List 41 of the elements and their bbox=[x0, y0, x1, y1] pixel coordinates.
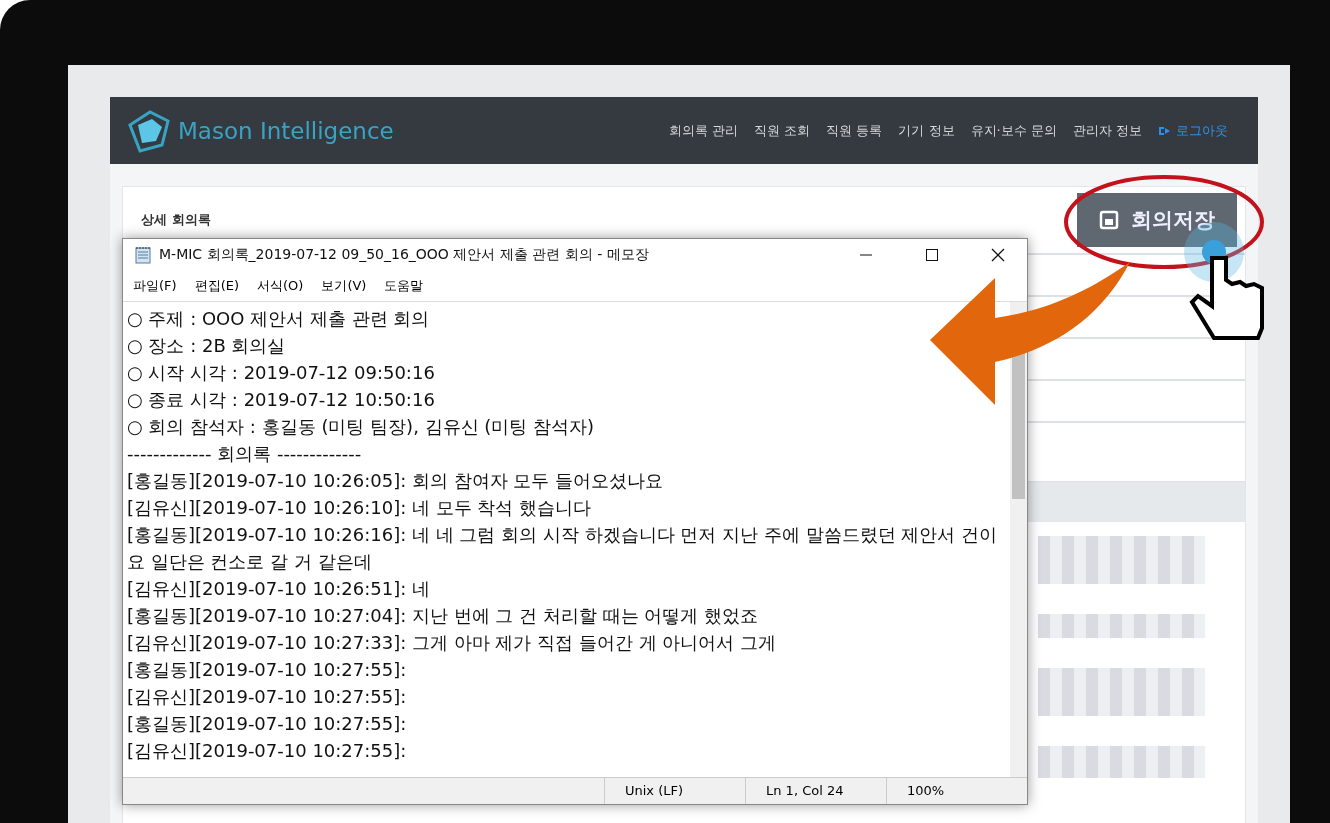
logout-icon bbox=[1158, 124, 1172, 137]
close-icon bbox=[991, 248, 1005, 262]
scrollbar[interactable] bbox=[1010, 302, 1027, 777]
page-title: 상세 회의록 bbox=[141, 211, 211, 229]
nav-link[interactable]: 기기 정보 bbox=[898, 121, 955, 140]
notepad-icon bbox=[135, 246, 151, 264]
maximize-icon bbox=[926, 249, 938, 261]
text-line: [홍길동][2019-07-10 10:27:55]: bbox=[127, 658, 408, 682]
text-line: ○ 시작 시각 : 2019-07-12 09:50:16 bbox=[127, 361, 436, 385]
menu-item[interactable]: 도움말 bbox=[384, 277, 424, 295]
text-line: [홍길동][2019-07-10 10:26:16]: 네 네 그럼 회의 시작 하겠습니다 먼저 지난 주에 말씀드렸던 제안서 건이요 일단은 컨소로 갈 거 같은데 bbox=[127, 523, 998, 574]
cube-logo-icon bbox=[126, 108, 172, 153]
text-line: [김유신][2019-07-10 10:26:10]: 네 모두 착석 했습니다 bbox=[127, 496, 593, 520]
text-line: [홍길동][2019-07-10 10:27:55]: bbox=[127, 712, 408, 736]
text-line: ○ 주제 : OOO 제안서 제출 관련 회의 bbox=[127, 307, 431, 331]
save-meeting-button[interactable]: 회의저장 bbox=[1077, 193, 1237, 247]
text-line: ○ 종료 시각 : 2019-07-12 10:50:16 bbox=[127, 388, 436, 412]
status-field: Unix (LF) bbox=[604, 778, 745, 804]
status-field: Ln 1, Col 24 bbox=[745, 778, 886, 804]
menu-item[interactable]: 서식(O) bbox=[257, 277, 304, 295]
nav-link[interactable]: 회의록 관리 bbox=[669, 121, 739, 140]
text-line: [김유신][2019-07-10 10:26:51]: 네 bbox=[127, 577, 432, 601]
menu-item[interactable]: 편집(E) bbox=[194, 277, 239, 295]
nav-link[interactable]: 직원 조회 bbox=[754, 121, 811, 140]
nav-link[interactable]: 직원 등록 bbox=[826, 121, 883, 140]
text-line: ○ 장소 : 2B 회의실 bbox=[127, 334, 287, 358]
nav-link[interactable]: 관리자 정보 bbox=[1072, 121, 1142, 140]
window-title: M-MIC 회의록_2019-07-12 09_50_16_OOO 제안서 제출 관련 회의 - 메모장 bbox=[159, 246, 650, 264]
menu-item[interactable]: 파일(F) bbox=[133, 277, 177, 295]
text-line: [김유신][2019-07-10 10:27:55]: bbox=[127, 685, 408, 709]
text-line: [홍길동][2019-07-10 10:26:05]: 회의 참여자 모두 들어오셨나요 bbox=[127, 469, 665, 493]
text-line: ------------- 회의록 ------------- bbox=[127, 442, 363, 466]
text-line: ○ 회의 참석자 : 홍길동 (미팅 팀장), 김유신 (미팅 참석자) bbox=[127, 415, 596, 439]
status-field: 100% bbox=[886, 778, 1027, 804]
text-line: [김유신][2019-07-10 10:27:33]: 그게 아마 제가 직접 들어간 게 아니어서 그게 bbox=[127, 631, 778, 655]
nav-link[interactable]: 유지·보수 문의 bbox=[970, 121, 1057, 140]
text-line: [홍길동][2019-07-10 10:27:04]: 지난 번에 그 건 처리할 때는 어떻게 했었죠 bbox=[127, 604, 760, 628]
minimize-icon bbox=[860, 254, 872, 256]
brand-name: Mason Intelligence bbox=[178, 117, 394, 144]
text-line: [김유신][2019-07-10 10:27:55]: bbox=[127, 739, 408, 763]
menu-item[interactable]: 보기(V) bbox=[321, 277, 367, 295]
